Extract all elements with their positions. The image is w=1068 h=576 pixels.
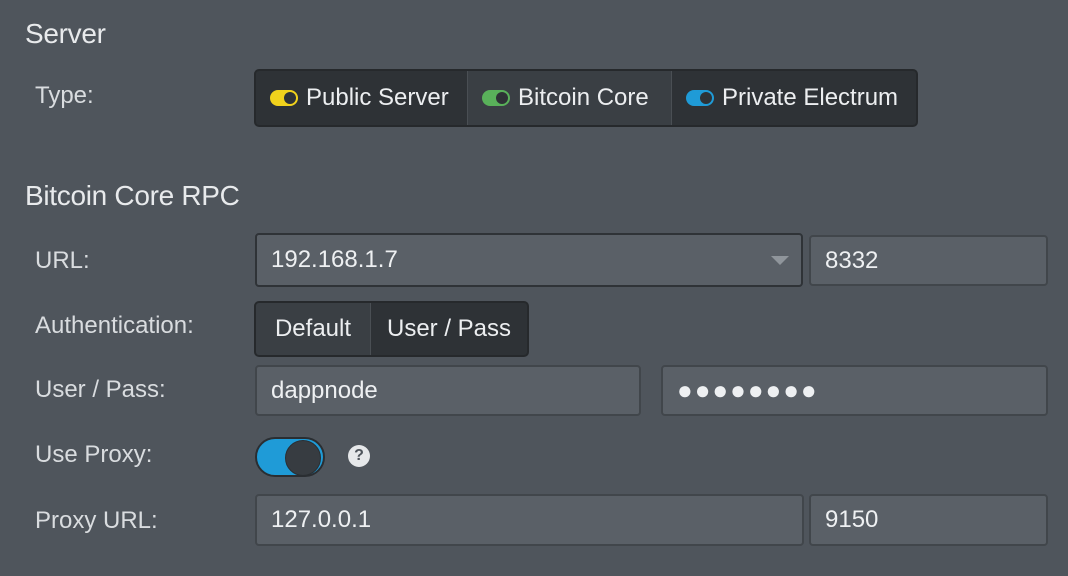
toggle-knob: [285, 440, 321, 476]
section-title-rpc: Bitcoin Core RPC: [25, 180, 240, 211]
toggle-pill-icon: [270, 90, 298, 106]
proxy-host-input[interactable]: 127.0.0.1: [255, 494, 804, 546]
type-label: Type:: [35, 82, 94, 109]
username-value: dappnode: [271, 376, 378, 404]
auth-default-button[interactable]: Default: [256, 303, 371, 355]
server-type-public[interactable]: Public Server: [256, 71, 468, 125]
auth-option-label: Default: [274, 315, 352, 342]
server-type-bitcoin-core[interactable]: Bitcoin Core: [468, 71, 672, 125]
password-value: ●●●●●●●●: [677, 375, 819, 405]
server-type-label: Private Electrum: [722, 84, 899, 111]
userpass-label: User / Pass:: [35, 376, 166, 403]
toggle-pill-icon: [482, 90, 510, 106]
authentication-label: Authentication:: [35, 312, 194, 339]
use-proxy-toggle[interactable]: [255, 437, 325, 477]
toggle-pill-icon: [686, 90, 714, 106]
url-host-value: 192.168.1.7: [271, 246, 398, 273]
server-type-private-electrum[interactable]: Private Electrum: [672, 71, 916, 125]
use-proxy-label: Use Proxy:: [35, 441, 153, 468]
help-icon[interactable]: ?: [348, 445, 370, 467]
server-type-label: Public Server: [306, 84, 449, 111]
url-port-input[interactable]: 8332: [809, 235, 1048, 286]
section-title-server: Server: [25, 18, 106, 49]
auth-option-label: User / Pass: [386, 315, 512, 342]
chevron-down-icon[interactable]: [771, 256, 789, 265]
server-type-label: Bitcoin Core: [518, 84, 649, 111]
proxy-port-input[interactable]: 9150: [809, 494, 1048, 546]
proxy-port-value: 9150: [825, 506, 879, 533]
proxy-host-value: 127.0.0.1: [271, 506, 372, 533]
username-input[interactable]: dappnode: [255, 365, 641, 416]
url-port-value: 8332: [825, 246, 879, 274]
authentication-selector: Default User / Pass: [254, 301, 529, 357]
password-input[interactable]: ●●●●●●●●: [661, 365, 1048, 416]
url-host-combobox[interactable]: 192.168.1.7: [255, 233, 803, 287]
url-label: URL:: [35, 247, 90, 274]
server-type-selector: Public Server Bitcoin Core Private Elect…: [254, 69, 918, 127]
auth-userpass-button[interactable]: User / Pass: [371, 303, 527, 355]
proxy-url-label: Proxy URL:: [35, 507, 158, 534]
